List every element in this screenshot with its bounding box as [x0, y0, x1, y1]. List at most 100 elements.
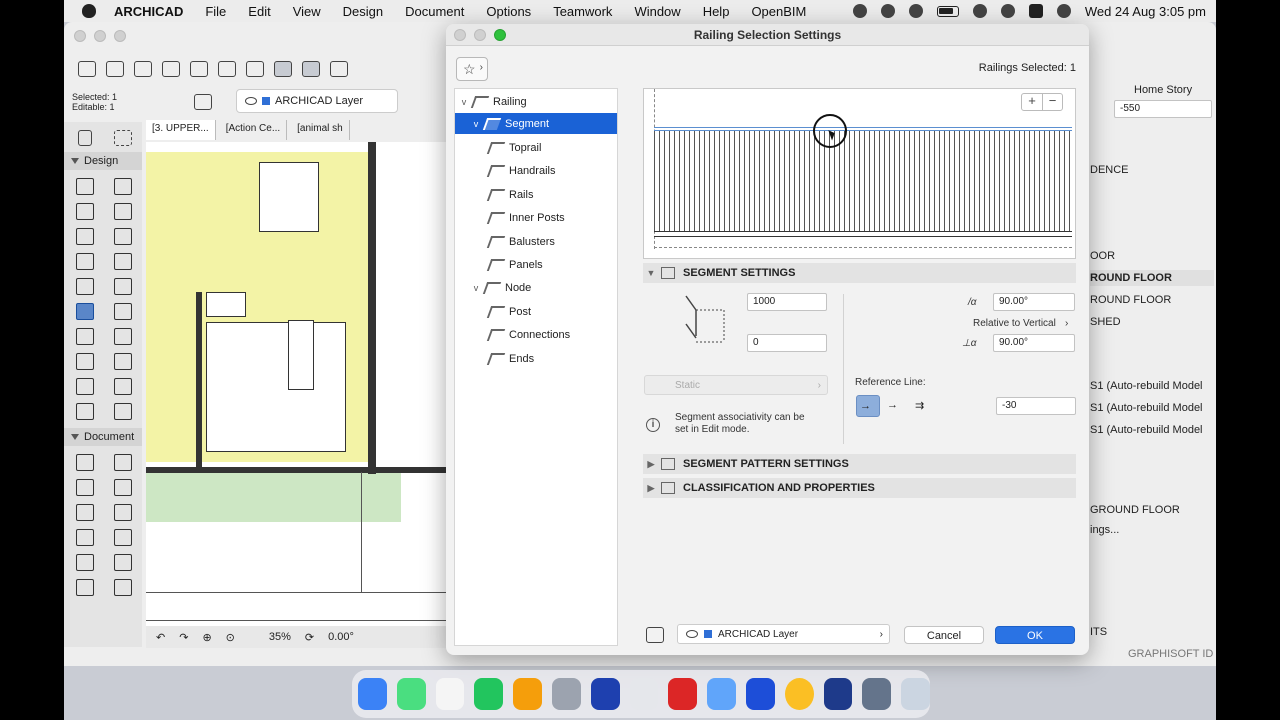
screen-share-icon[interactable]: [908, 4, 923, 18]
numbers-icon[interactable]: [474, 678, 504, 710]
angle-bottom-field[interactable]: 90.00°: [993, 334, 1075, 352]
reference-line-right-button[interactable]: ⇉: [912, 395, 936, 417]
menu-window[interactable]: Window: [634, 4, 680, 19]
tab-action-center[interactable]: [Action Ce...: [220, 120, 288, 140]
tree-item-rails[interactable]: Rails: [485, 184, 617, 205]
label-tool-icon[interactable]: [76, 504, 94, 521]
archicad-icon[interactable]: [590, 678, 620, 710]
messages-icon[interactable]: [396, 678, 426, 710]
navigator-item[interactable]: OOR: [1090, 250, 1115, 262]
navigator-item[interactable]: S1 (Auto-rebuild Model: [1090, 424, 1203, 436]
wall-tool-icon[interactable]: [76, 178, 94, 195]
menu-options[interactable]: Options: [486, 4, 531, 19]
railing-preview[interactable]: + −: [643, 88, 1076, 259]
object-tool-icon[interactable]: [114, 203, 132, 220]
chevron-down-icon[interactable]: v: [471, 119, 481, 129]
mesh-tool-icon[interactable]: [76, 328, 94, 345]
navigator-item[interactable]: SHED: [1090, 316, 1121, 328]
zoom-in-icon[interactable]: ⊕: [202, 631, 211, 644]
dialog-zoom-icon[interactable]: [494, 29, 506, 41]
marquee-tool-icon[interactable]: [114, 130, 132, 146]
chevron-down-icon[interactable]: ▼: [643, 268, 659, 278]
infobox-layer-select[interactable]: ARCHICAD Layer: [236, 89, 398, 113]
tab-upper-floor[interactable]: [3. UPPER...: [146, 120, 216, 140]
trash-icon[interactable]: [901, 678, 930, 710]
tree-item-post[interactable]: Post: [485, 301, 617, 322]
zoom-in-icon[interactable]: +: [1022, 94, 1042, 110]
menu-openbim[interactable]: OpenBIM: [751, 4, 806, 19]
apple-menu-icon[interactable]: [82, 4, 96, 18]
navigator-item[interactable]: ITS: [1090, 626, 1107, 638]
dialog-close-icon[interactable]: [454, 29, 466, 41]
relative-to-vertical-dropdown[interactable]: Relative to Vertical: [973, 318, 1056, 329]
undo-view-icon[interactable]: ↶: [156, 631, 165, 644]
toolbox-document-header[interactable]: Document: [64, 428, 142, 446]
navigator-item[interactable]: S1 (Auto-rebuild Model: [1090, 380, 1203, 392]
tree-item-connections[interactable]: Connections: [485, 324, 617, 345]
railing-tool-icon[interactable]: [76, 303, 94, 320]
redo-icon[interactable]: [134, 61, 152, 77]
ok-button[interactable]: OK: [995, 626, 1075, 644]
segment-settings-header[interactable]: ▼ SEGMENT SETTINGS: [643, 263, 1076, 283]
navigator-item[interactable]: ROUND FLOOR: [1090, 294, 1171, 306]
segment-height-field[interactable]: 1000: [747, 293, 827, 311]
chevron-right-icon[interactable]: ›: [1065, 318, 1068, 329]
tree-item-ends[interactable]: Ends: [485, 348, 617, 369]
network-icon[interactable]: [707, 678, 736, 710]
navigator-item[interactable]: S1 (Auto-rebuild Model: [1090, 402, 1203, 414]
gradient-tool-icon[interactable]: [76, 403, 94, 420]
line-tool-icon[interactable]: [76, 529, 94, 546]
navigator-item[interactable]: GROUND FLOOR: [1090, 504, 1180, 516]
window-tool-icon[interactable]: [76, 203, 94, 220]
finder-icon[interactable]: [358, 678, 387, 710]
menu-help[interactable]: Help: [703, 4, 730, 19]
navigator-item[interactable]: ings...: [1090, 524, 1119, 536]
wifi-icon[interactable]: [972, 4, 987, 18]
record-icon[interactable]: [852, 4, 867, 18]
tree-item-segment[interactable]: v Segment: [455, 113, 617, 134]
circle-tool-icon[interactable]: [114, 529, 132, 546]
battery-icon[interactable]: [936, 5, 959, 17]
segment-pattern-header[interactable]: ▶ SEGMENT PATTERN SETTINGS: [643, 454, 1076, 474]
layout-icon[interactable]: [190, 61, 208, 77]
zoom-fit-icon[interactable]: ⊙: [226, 631, 235, 644]
favorites-button[interactable]: ☆ ›: [456, 57, 488, 81]
menu-edit[interactable]: Edit: [248, 4, 270, 19]
tree-item-toprail[interactable]: Toprail: [485, 137, 617, 158]
zone-tool-icon[interactable]: [76, 353, 94, 370]
siri-icon[interactable]: [1056, 4, 1071, 18]
books-icon[interactable]: [668, 678, 698, 710]
menu-design[interactable]: Design: [343, 4, 383, 19]
reference-line-left-button[interactable]: →: [856, 395, 880, 417]
tab-animal-shed[interactable]: [animal sh: [291, 120, 350, 140]
menu-teamwork[interactable]: Teamwork: [553, 4, 612, 19]
cancel-button[interactable]: Cancel: [904, 626, 984, 644]
spotlight-search-icon[interactable]: [1000, 4, 1015, 18]
pages-icon[interactable]: [513, 678, 542, 710]
tree-item-panels[interactable]: Panels: [485, 254, 617, 275]
menubar-clock[interactable]: Wed 24 Aug 3:05 pm: [1085, 4, 1206, 19]
drawing-tool-icon[interactable]: [114, 579, 132, 596]
dimension-tool-icon[interactable]: [76, 454, 94, 471]
dialog-minimize-icon[interactable]: [474, 29, 486, 41]
chevron-right-icon[interactable]: ▶: [643, 483, 659, 494]
elevation-field[interactable]: -550: [1114, 100, 1212, 118]
dialog-layer-select[interactable]: ARCHICAD Layer ›: [677, 624, 890, 644]
shell-tool-icon[interactable]: [114, 303, 132, 320]
menu-file[interactable]: File: [205, 4, 226, 19]
opening-tool-icon[interactable]: [114, 378, 132, 395]
checklist-icon[interactable]: [629, 678, 659, 710]
zoom-value[interactable]: 35%: [269, 631, 291, 643]
slab-tool-icon[interactable]: [76, 278, 94, 295]
navigator-item[interactable]: DENCE: [1090, 164, 1129, 176]
reference-offset-field[interactable]: -30: [996, 397, 1076, 415]
polyline-tool-icon[interactable]: [76, 554, 94, 571]
preview-icon[interactable]: [862, 678, 892, 710]
chevron-right-icon[interactable]: ▶: [643, 459, 659, 470]
save-icon[interactable]: [78, 61, 96, 77]
menu-document[interactable]: Document: [405, 4, 464, 19]
beam-tool-icon[interactable]: [114, 253, 132, 270]
pickup-parameters-icon[interactable]: [246, 61, 264, 77]
moon-icon[interactable]: [880, 4, 895, 18]
railing-tool-icon[interactable]: [194, 94, 212, 110]
